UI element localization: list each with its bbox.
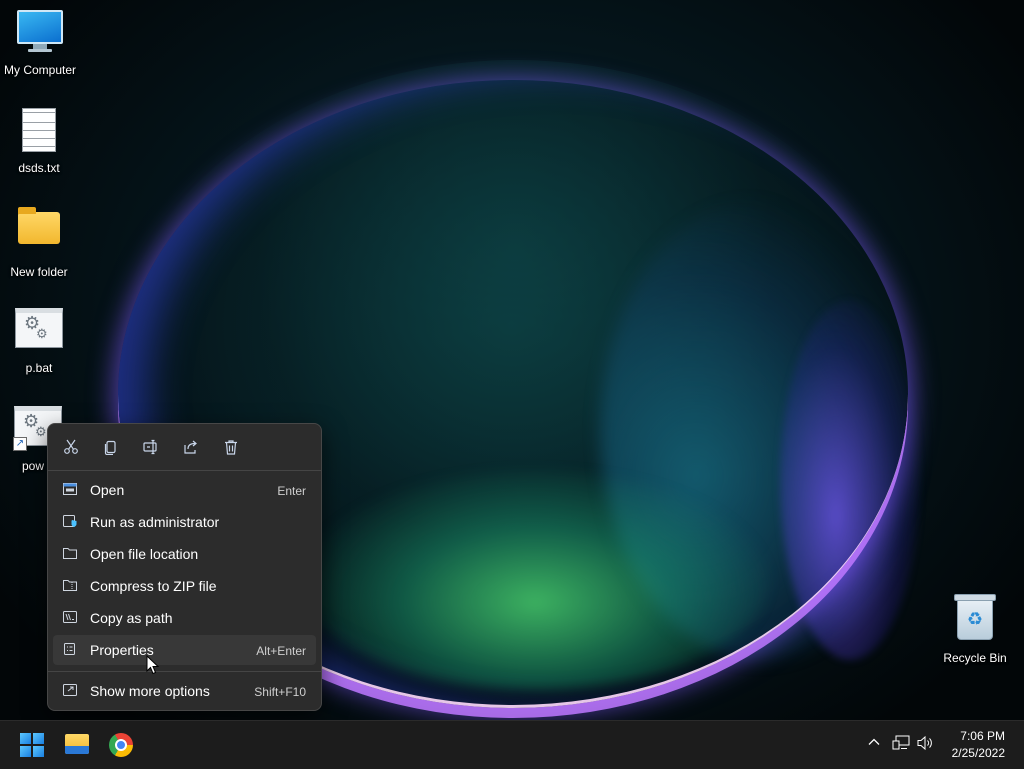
zip-folder-icon xyxy=(63,580,77,591)
menu-item-label: Open xyxy=(90,482,125,498)
desktop-icon-label: New folder xyxy=(10,265,68,279)
menu-item-label: Properties xyxy=(90,642,154,658)
desktop-icon-label: My Computer xyxy=(3,63,77,77)
desktop-icon-my-computer[interactable]: My Computer xyxy=(0,8,80,77)
desktop-icon-dsds-txt[interactable]: dsds.txt xyxy=(0,106,79,175)
menu-divider xyxy=(48,671,321,672)
menu-item-shortcut: Alt+Enter xyxy=(256,644,306,658)
recycle-bin-icon: ♻ xyxy=(951,594,999,646)
menu-item-label: Open file location xyxy=(90,546,199,562)
delete-button[interactable] xyxy=(216,433,246,461)
scissors-icon xyxy=(64,439,78,454)
batch-file-icon: ⚙ ⚙ xyxy=(15,308,63,356)
menu-item-shortcut: Shift+F10 xyxy=(254,685,306,699)
shortcut-arrow-icon: ↗ xyxy=(13,437,27,451)
menu-item-run-as-administrator[interactable]: Run as administrator xyxy=(53,507,316,537)
properties-icon xyxy=(64,643,75,655)
copy-button[interactable] xyxy=(96,433,126,461)
cut-button[interactable] xyxy=(56,433,86,461)
menu-item-properties[interactable]: Properties Alt+Enter xyxy=(53,635,316,665)
share-button[interactable] xyxy=(176,433,206,461)
menu-divider xyxy=(48,470,321,471)
windows-start-icon[interactable] xyxy=(20,733,44,757)
chevron-up-icon[interactable] xyxy=(865,735,883,753)
trash-icon xyxy=(225,440,237,455)
menu-item-copy-as-path[interactable]: Copy as path xyxy=(53,603,316,633)
desktop-icon-p-bat[interactable]: ⚙ ⚙ p.bat xyxy=(0,302,79,375)
desktop-icon-label: p.bat xyxy=(25,361,53,375)
chrome-icon[interactable] xyxy=(109,733,133,757)
menu-item-open[interactable]: Open Enter xyxy=(53,475,316,505)
open-window-icon xyxy=(63,483,77,495)
clock-date: 2/25/2022 xyxy=(951,746,1005,760)
rename-icon xyxy=(143,439,157,455)
rename-button[interactable] xyxy=(136,433,166,461)
desktop-icon-new-folder[interactable]: New folder xyxy=(0,204,79,279)
computer-icon xyxy=(16,10,64,58)
network-icon[interactable] xyxy=(892,735,910,753)
expand-icon xyxy=(63,684,77,696)
desktop-icon-label: Recycle Bin xyxy=(943,651,1007,665)
menu-item-shortcut: Enter xyxy=(277,484,306,498)
menu-item-open-file-location[interactable]: Open file location xyxy=(53,539,316,569)
mouse-pointer-icon xyxy=(146,655,160,675)
context-menu-toolbar xyxy=(48,424,321,470)
taskbar: 7:06 PM 2/25/2022 xyxy=(0,720,1024,769)
menu-item-show-more-options[interactable]: Show more options Shift+F10 xyxy=(53,676,316,706)
menu-item-label: Copy as path xyxy=(90,610,173,626)
folder-icon xyxy=(15,207,63,260)
shield-icon xyxy=(63,515,77,527)
share-icon xyxy=(184,440,197,454)
desktop-icon-label: dsds.txt xyxy=(18,161,60,175)
copy-icon xyxy=(104,440,116,456)
menu-item-label: Run as administrator xyxy=(90,514,220,530)
context-menu: Open Enter Run as administrator Open fil… xyxy=(47,423,322,711)
path-icon xyxy=(63,611,77,623)
menu-item-compress-to-zip[interactable]: Compress to ZIP file xyxy=(53,571,316,601)
system-clock[interactable]: 7:06 PM 2/25/2022 xyxy=(952,728,1005,762)
volume-icon[interactable] xyxy=(917,735,935,753)
menu-item-label: Compress to ZIP file xyxy=(90,578,217,594)
text-file-icon xyxy=(15,108,63,156)
file-explorer-icon[interactable] xyxy=(65,734,89,754)
clock-time: 7:06 PM xyxy=(960,729,1005,743)
menu-item-label: Show more options xyxy=(90,683,210,699)
desktop-icon-recycle-bin[interactable]: ♻ Recycle Bin xyxy=(935,594,1015,665)
folder-outline-icon xyxy=(63,548,77,559)
